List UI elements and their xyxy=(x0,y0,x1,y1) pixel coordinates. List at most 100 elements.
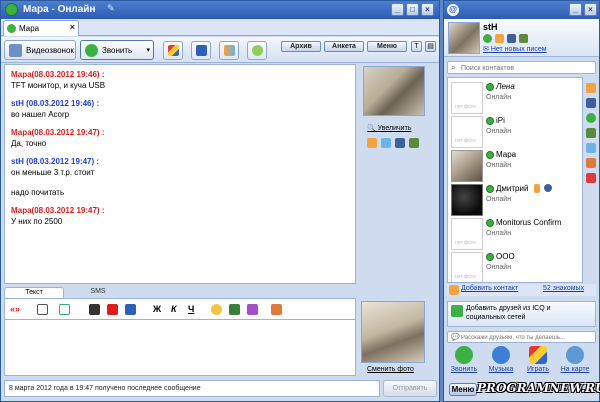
minimize-button[interactable]: _ xyxy=(569,3,582,16)
my-photo[interactable] xyxy=(361,301,425,363)
contact-search[interactable]: ⌕ xyxy=(447,61,596,74)
quote-button[interactable]: «» xyxy=(10,304,20,314)
import-friends-banner[interactable]: Добавить друзей из ICQ и социальных сете… xyxy=(447,301,596,327)
my-name[interactable]: stH xyxy=(483,22,498,32)
at-sign-icon[interactable] xyxy=(586,113,596,123)
no-photo-label: нет фото xyxy=(455,274,476,280)
people-icon[interactable] xyxy=(381,138,391,148)
close-button[interactable]: × xyxy=(421,3,434,16)
list-item[interactable]: Мара Онлайн xyxy=(448,148,582,184)
contact-photo: нет фото xyxy=(451,82,483,114)
status-message-field[interactable]: 💬 xyxy=(447,331,596,343)
video-call-label: Видеозвонок xyxy=(26,46,74,55)
message-header: Мара(08.03.2012 19:47) : xyxy=(11,206,105,215)
at-sign-icon: @ xyxy=(447,4,459,16)
add-friends-icon xyxy=(451,305,463,317)
people-icon[interactable] xyxy=(495,34,504,43)
quick-games-button[interactable]: Играть xyxy=(521,346,555,378)
mail-icon[interactable] xyxy=(586,173,596,183)
chat-titlebar[interactable]: Мара - Онлайн ✎ _ □ × xyxy=(1,1,439,19)
font-size-icon[interactable]: T xyxy=(411,41,422,52)
quick-call-button[interactable]: Звонить xyxy=(447,346,481,378)
add-contact-link[interactable]: Добавить контакт xyxy=(461,285,518,292)
message-body: во нашел Acorp xyxy=(11,110,70,119)
menu-button[interactable]: Меню xyxy=(367,41,407,52)
quick-map-button[interactable]: На карте xyxy=(558,346,592,378)
people-icon[interactable] xyxy=(586,158,596,168)
text-color-icon[interactable] xyxy=(107,304,118,315)
avatar[interactable] xyxy=(448,22,480,54)
contact-count-link[interactable]: 52 знакомых xyxy=(543,285,584,292)
status-input[interactable] xyxy=(461,333,593,342)
list-item[interactable]: нет фото ООО Онлайн xyxy=(448,250,582,282)
edit-icon[interactable] xyxy=(586,143,596,153)
enlarge-link[interactable]: 🔍 Увеличить xyxy=(367,124,411,132)
message-history[interactable]: Мара(08.03.2012 19:46) : TFT монитор, и … xyxy=(4,64,356,284)
status-icon[interactable] xyxy=(483,34,492,43)
smiley-icon[interactable] xyxy=(211,304,222,315)
underline-button[interactable]: Ч xyxy=(188,304,194,314)
settings-icon[interactable]: ▤ xyxy=(425,41,436,52)
phone-icon[interactable] xyxy=(586,98,596,108)
contact-list-window: @ _ × stH ✉ Нет новых писем ⌕ нет фото Л… xyxy=(443,0,600,402)
close-tab-icon[interactable]: × xyxy=(70,22,75,32)
gift-button[interactable] xyxy=(247,41,267,60)
text-format-icon[interactable] xyxy=(37,304,48,315)
no-photo-label: нет фото xyxy=(455,138,476,144)
list-item[interactable]: нет фото Лена Онлайн xyxy=(448,80,582,116)
contact-avatar[interactable] xyxy=(363,66,425,116)
font-icon[interactable] xyxy=(89,304,100,315)
bold-button[interactable]: Ж xyxy=(153,304,161,314)
tv-icon[interactable] xyxy=(229,304,240,315)
maximize-button[interactable]: □ xyxy=(406,3,419,16)
sticker-icon[interactable] xyxy=(247,304,258,315)
message-body: TFT монитор, и куча USB xyxy=(11,81,106,90)
add-user-icon[interactable] xyxy=(449,285,459,295)
message: Мара(08.03.2012 19:46) : TFT монитор, и … xyxy=(11,69,105,91)
minimize-button[interactable]: _ xyxy=(391,3,404,16)
search-input[interactable] xyxy=(461,63,591,73)
contact-photo: нет фото xyxy=(451,116,483,148)
tab-text[interactable]: Текст xyxy=(4,287,64,298)
list-item[interactable]: Дмитрий Онлайн xyxy=(448,182,582,218)
camera-icon[interactable] xyxy=(507,34,516,43)
contact-list[interactable]: нет фото Лена Онлайн нет фото iPi Онлайн… xyxy=(447,77,583,283)
attach-file-icon[interactable] xyxy=(271,304,282,315)
sound-icon[interactable] xyxy=(586,128,596,138)
games-button[interactable] xyxy=(163,41,183,60)
list-item[interactable]: нет фото Monitorus Confirm Онлайн xyxy=(448,216,582,252)
change-photo-link[interactable]: Сменить фото xyxy=(367,366,414,373)
tab-mapa[interactable]: Мара × xyxy=(3,20,79,36)
main-menu-button[interactable]: Меню xyxy=(449,383,477,396)
contact-list-titlebar[interactable]: @ _ × xyxy=(444,1,599,19)
message: надо почитать xyxy=(11,187,64,198)
card-icon[interactable] xyxy=(519,34,528,43)
contact-name: Мара xyxy=(496,150,517,159)
people-icon[interactable] xyxy=(367,138,377,148)
send-button[interactable]: Отправить xyxy=(383,380,437,397)
video-call-button[interactable]: Видеозвонок xyxy=(4,40,76,60)
mail-link[interactable]: ✉ Нет новых писем xyxy=(483,45,547,53)
list-item[interactable]: нет фото iPi Онлайн xyxy=(448,114,582,150)
chevron-down-icon[interactable]: ▾ xyxy=(146,46,150,54)
italic-button[interactable]: К xyxy=(171,304,177,314)
message-input[interactable] xyxy=(4,320,356,376)
people-icon[interactable] xyxy=(586,83,596,93)
phone-icon xyxy=(455,346,473,364)
tab-sms[interactable]: SMS xyxy=(68,287,128,298)
save-history-button[interactable] xyxy=(191,41,211,60)
archive-button[interactable]: Архив xyxy=(281,41,321,52)
conference-button[interactable] xyxy=(219,41,239,60)
camera-icon[interactable] xyxy=(395,138,405,148)
add-contact-bar: Добавить контакт 52 знакомых xyxy=(447,284,596,296)
chat-tabstrip: Мара × xyxy=(1,19,439,36)
spellcheck-icon[interactable] xyxy=(59,304,70,315)
pin-icon[interactable]: ✎ xyxy=(107,3,115,14)
highlight-icon[interactable] xyxy=(125,304,136,315)
card-icon[interactable] xyxy=(409,138,419,148)
call-button[interactable]: Звонить ▾ xyxy=(80,40,154,60)
close-button[interactable]: × xyxy=(584,3,597,16)
last-message-status: 8 марта 2012 года в 19:47 получено после… xyxy=(4,380,380,397)
profile-button[interactable]: Анкета xyxy=(324,41,364,52)
quick-music-button[interactable]: Музыка xyxy=(484,346,518,378)
